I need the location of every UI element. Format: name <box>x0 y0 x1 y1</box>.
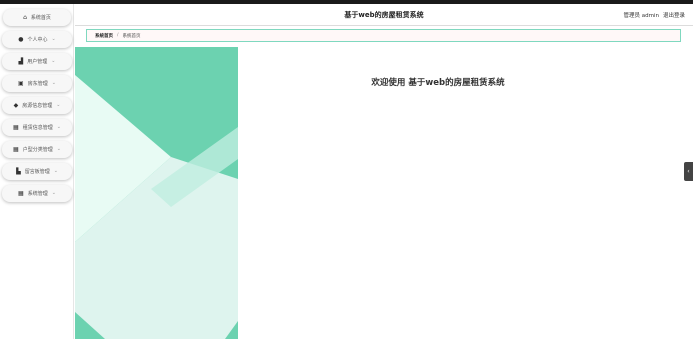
grid-icon: ▦ <box>13 145 19 153</box>
user-area: 管理员 admin 退出登录 <box>624 11 686 19</box>
sidebar-item-label: 留言板管理 <box>24 169 50 175</box>
sidebar-item-listing-management[interactable]: ◆ 房源信息管理 ⌄ <box>2 97 72 114</box>
chevron-left-icon: ‹ <box>687 168 690 175</box>
sidebar-item-layout-category-management[interactable]: ▦ 户型分类管理 ⌄ <box>2 141 72 158</box>
grid-icon: ▦ <box>13 123 19 131</box>
sidebar-item-message-board[interactable]: ▙ 留言板管理 ⌄ <box>2 163 72 180</box>
decorative-panel <box>75 47 238 339</box>
sidebar-item-landlord-management[interactable]: ▣ 房东管理 ⌄ <box>2 75 72 92</box>
briefcase-icon: ▣ <box>18 79 24 87</box>
sidebar-item-rental-management[interactable]: ▦ 租赁信息管理 ⌄ <box>2 119 72 136</box>
chevron-down-icon: ⌄ <box>51 190 56 196</box>
location-pin-icon: ◆ <box>13 101 19 109</box>
sidebar-item-label: 个人中心 <box>27 37 48 43</box>
breadcrumb-current: 系统首页 <box>122 33 141 39</box>
logout-link[interactable]: 退出登录 <box>663 11 685 19</box>
breadcrumb-separator: / <box>117 33 119 38</box>
sidebar-item-user-management[interactable]: ▟ 用户管理 ⌄ <box>2 53 72 70</box>
message-icon: ▙ <box>16 167 21 175</box>
sidebar-item-label: 系统首页 <box>30 15 51 21</box>
chevron-down-icon: ⌄ <box>51 58 56 64</box>
sidebar: ⌂ 系统首页 ● 个人中心 ⌄ ▟ 用户管理 ⌄ ▣ 房东管理 ⌄ ◆ 房源信息… <box>0 4 74 339</box>
chevron-down-icon: ⌄ <box>51 36 56 42</box>
chevron-down-icon: ⌄ <box>56 146 61 152</box>
sidebar-item-system-management[interactable]: ▦ 系统管理 ⌄ <box>2 185 72 202</box>
chevron-down-icon: ⌄ <box>53 168 58 174</box>
user-label: 管理员 admin <box>623 13 659 19</box>
header: 基于web的房屋租赁系统 管理员 admin 退出登录 <box>75 4 693 26</box>
bar-chart-icon: ▟ <box>18 57 24 65</box>
decorative-shapes <box>75 75 238 339</box>
home-icon: ⌂ <box>23 13 27 21</box>
collapse-tab[interactable]: ‹ <box>684 162 693 181</box>
welcome-message: 欢迎使用 基于web的房屋租赁系统 <box>371 78 505 88</box>
sidebar-item-label: 系统管理 <box>27 191 48 197</box>
sidebar-item-home[interactable]: ⌂ 系统首页 <box>3 9 71 26</box>
grid-icon: ▦ <box>18 189 24 197</box>
chevron-down-icon: ⌄ <box>56 102 61 108</box>
sidebar-item-label: 房东管理 <box>27 81 48 87</box>
chevron-down-icon: ⌄ <box>51 80 56 86</box>
user-icon: ● <box>18 35 24 43</box>
sidebar-item-label: 用户管理 <box>27 59 48 65</box>
breadcrumb: 系统首页 / 系统首页 <box>86 29 681 42</box>
sidebar-item-label: 房源信息管理 <box>22 103 53 109</box>
sidebar-item-label: 户型分类管理 <box>22 147 53 153</box>
breadcrumb-root[interactable]: 系统首页 <box>95 33 113 39</box>
sidebar-item-personal-center[interactable]: ● 个人中心 ⌄ <box>2 31 72 48</box>
page-title: 基于web的房屋租赁系统 <box>344 11 424 19</box>
chevron-down-icon: ⌄ <box>56 124 61 130</box>
sidebar-item-label: 租赁信息管理 <box>22 125 53 131</box>
